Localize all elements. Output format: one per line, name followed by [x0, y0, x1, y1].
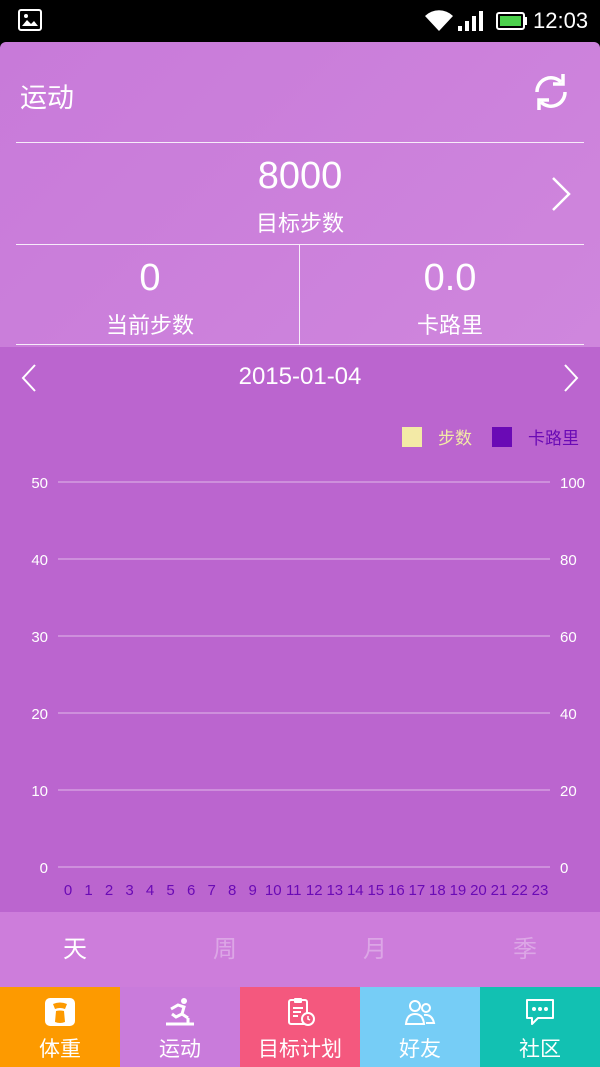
- nav-friends[interactable]: 好友: [360, 987, 480, 1067]
- tab-month[interactable]: 月: [300, 912, 450, 987]
- y-left-tick-label: 30: [31, 629, 48, 646]
- period-tabs: 天 周 月 季: [0, 912, 600, 987]
- calories-label: 卡路里: [416, 314, 483, 339]
- tab-day[interactable]: 天: [0, 912, 150, 987]
- y-left-tick-label: 10: [31, 783, 48, 800]
- status-bar: 12:03: [0, 0, 600, 42]
- nav-community[interactable]: 社区: [480, 987, 600, 1067]
- x-tick-label: 20: [470, 882, 487, 899]
- page-title: 运动: [20, 83, 74, 114]
- y-left-tick-label: 0: [40, 860, 48, 877]
- x-tick-label: 21: [491, 882, 508, 899]
- clipboard-clock-icon: [288, 998, 315, 1026]
- divider: [16, 344, 584, 345]
- divider: [16, 244, 584, 245]
- chat-icon: [526, 999, 554, 1025]
- battery-icon: [496, 12, 527, 30]
- x-tick-label: 8: [228, 882, 236, 899]
- x-tick-label: 16: [388, 882, 405, 899]
- x-tick-label: 13: [326, 882, 343, 899]
- nav-label: 运动: [159, 1037, 201, 1061]
- y-right-tick-label: 80: [560, 552, 577, 569]
- chevron-right-icon[interactable]: [550, 176, 572, 212]
- nav-label: 社区: [519, 1037, 561, 1061]
- tab-season[interactable]: 季: [450, 912, 600, 987]
- divider: [16, 142, 584, 143]
- current-steps-value: 0: [139, 257, 161, 299]
- y-right-tick-label: 40: [560, 706, 577, 723]
- signal-icon: [458, 11, 483, 31]
- y-left-tick-label: 20: [31, 706, 48, 723]
- x-tick-label: 19: [450, 882, 467, 899]
- x-tick-label: 15: [367, 882, 384, 899]
- goal-steps-value: 8000: [257, 155, 343, 197]
- image-notification-icon: [18, 9, 42, 31]
- x-tick-label: 23: [532, 882, 549, 899]
- nav-weight[interactable]: 体重: [0, 987, 120, 1067]
- y-right-tick-label: 0: [560, 860, 568, 877]
- x-tick-label: 18: [429, 882, 446, 899]
- y-right-tick-label: 100: [560, 475, 585, 492]
- calories-value: 0.0: [423, 257, 477, 299]
- friends-icon: [404, 1000, 436, 1025]
- clock: 12:03: [533, 8, 589, 33]
- x-tick-label: 7: [207, 882, 215, 899]
- x-tick-label: 11: [286, 882, 302, 899]
- wifi-icon: [425, 10, 453, 32]
- x-tick-label: 14: [347, 882, 364, 899]
- x-tick-label: 6: [187, 882, 195, 899]
- x-tick-label: 2: [105, 882, 113, 899]
- y-right-tick-label: 60: [560, 629, 577, 646]
- goal-steps-label: 目标步数: [255, 212, 344, 237]
- nav-label: 体重: [39, 1037, 81, 1061]
- sport-summary-header: 运动 8000 目标步数 0 当前步数 0.0 卡路里: [0, 42, 600, 347]
- y-left-tick-label: 40: [31, 552, 48, 569]
- x-tick-label: 10: [265, 882, 282, 899]
- x-tick-label: 12: [306, 882, 323, 899]
- tab-week[interactable]: 周: [150, 912, 300, 987]
- x-tick-label: 3: [125, 882, 133, 899]
- weight-icon: [45, 998, 75, 1026]
- chart-panel: 2015-01-04 步数 卡路里 0 10 20 30 40 50 0 20 40 60 80 10…: [0, 347, 600, 912]
- x-tick-label: 17: [409, 882, 426, 899]
- x-tick-label: 5: [166, 882, 174, 899]
- nav-label: 好友: [399, 1037, 441, 1061]
- nav-label: 目标计划: [258, 1037, 342, 1061]
- y-right-tick-label: 20: [560, 783, 577, 800]
- refresh-icon[interactable]: [528, 69, 574, 115]
- running-icon: [166, 998, 194, 1026]
- x-tick-label: 1: [84, 882, 92, 899]
- nav-sport[interactable]: 运动: [120, 987, 240, 1067]
- x-tick-label: 4: [146, 882, 154, 899]
- current-steps-label: 当前步数: [105, 314, 194, 339]
- x-tick-label: 0: [64, 882, 72, 899]
- y-left-tick-label: 50: [31, 475, 48, 492]
- nav-goal-plan[interactable]: 目标计划: [240, 987, 360, 1067]
- x-tick-label: 22: [511, 882, 528, 899]
- hourly-chart: 010203040500204060801000 1 2 3 4 5 6 7 8 9 10 11 12 1…: [31, 475, 585, 899]
- bottom-nav: 体重 运动 目标计划 好友 社区: [0, 987, 600, 1067]
- x-tick-label: 9: [249, 882, 257, 899]
